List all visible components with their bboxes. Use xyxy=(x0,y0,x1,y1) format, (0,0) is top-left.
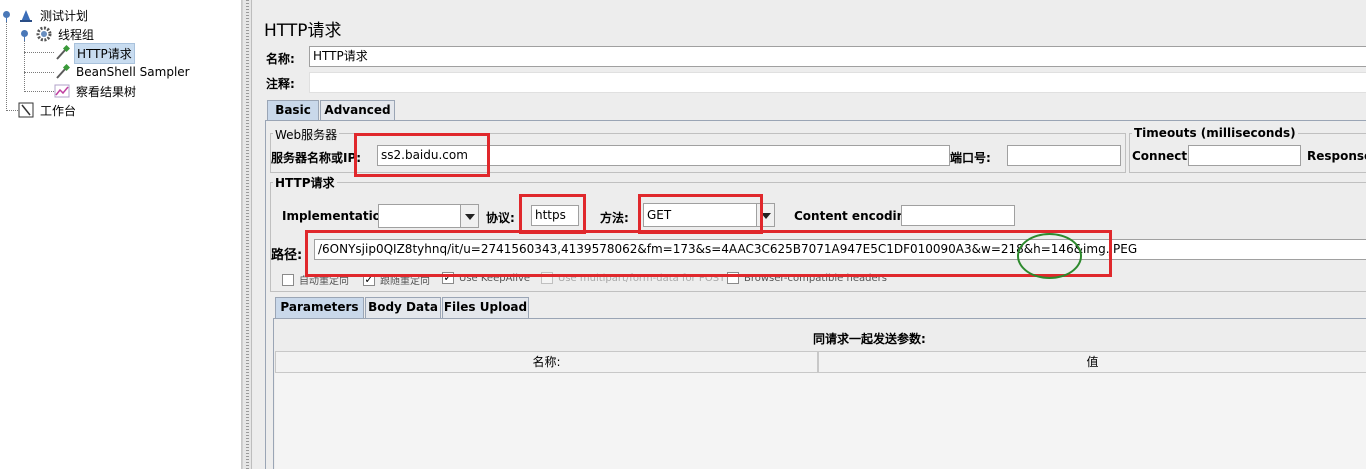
tree-connector xyxy=(6,110,18,111)
protocol-label: 协议: xyxy=(486,211,515,225)
tree-item-test-plan[interactable]: 测试计划 xyxy=(18,6,90,24)
connect-label: Connect: xyxy=(1132,149,1192,163)
path-label: 路径: xyxy=(271,248,303,263)
content-encoding-label: Content encoding: xyxy=(794,209,919,223)
chevron-down-icon[interactable] xyxy=(460,205,478,227)
page-title: HTTP请求 xyxy=(264,21,342,41)
gear-icon xyxy=(36,26,52,42)
http-request-panel: HTTP请求 名称: HTTP请求 注释: Basic Advanced Web… xyxy=(253,0,1366,469)
pipette-sampler-icon xyxy=(54,44,71,61)
tree-item-workbench[interactable]: 工作台 xyxy=(18,101,78,119)
server-label: 服务器名称或IP: xyxy=(271,151,362,165)
tree-item-label: 工作台 xyxy=(40,103,77,118)
tree-item-view-results-tree[interactable]: 察看结果树 xyxy=(54,82,138,100)
timeouts-legend: Timeouts (milliseconds) xyxy=(1132,126,1298,140)
workbench-icon xyxy=(18,102,34,118)
red-highlight-protocol xyxy=(519,194,586,234)
tree-item-thread-group[interactable]: 线程组 xyxy=(36,25,96,43)
test-plan-tree[interactable]: 测试计划 线程组 HTTP请求 BeanShell Sampler 察看结果树 … xyxy=(0,0,242,469)
parameters-caption: 同请求一起发送参数: xyxy=(813,332,926,346)
port-field[interactable] xyxy=(1007,145,1121,166)
tree-item-label: 察看结果树 xyxy=(76,84,137,99)
expand-key-icon[interactable] xyxy=(3,11,10,22)
connect-timeout-field[interactable] xyxy=(1188,145,1301,166)
checkbox-box[interactable] xyxy=(282,273,294,286)
port-label: 端口号: xyxy=(950,151,991,165)
tree-connector xyxy=(24,91,54,92)
tree-connector xyxy=(24,40,25,92)
tab-advanced[interactable]: Advanced xyxy=(320,100,395,121)
comment-field[interactable] xyxy=(309,72,1366,93)
tree-item-http-request[interactable]: HTTP请求 xyxy=(54,42,135,64)
tab-parameters[interactable]: Parameters xyxy=(275,297,364,318)
green-circle-highlight xyxy=(1017,233,1082,279)
method-label: 方法: xyxy=(600,211,629,225)
name-field[interactable]: HTTP请求 xyxy=(309,46,1366,67)
tab-files-upload[interactable]: Files Upload xyxy=(442,297,529,318)
tree-item-beanshell-sampler[interactable]: BeanShell Sampler xyxy=(54,63,192,81)
listener-chart-icon xyxy=(54,83,70,99)
red-highlight-server xyxy=(354,133,490,177)
red-highlight-path xyxy=(305,230,1112,277)
content-encoding-field[interactable] xyxy=(901,205,1015,226)
splitter-grip-icon xyxy=(246,0,249,469)
tree-item-label: HTTP请求 xyxy=(74,42,135,64)
column-header-name[interactable]: 名称: xyxy=(275,351,818,373)
tab-basic[interactable]: Basic xyxy=(267,100,319,121)
red-highlight-method xyxy=(638,194,763,234)
name-label: 名称: xyxy=(266,52,295,66)
splitter-handle[interactable] xyxy=(242,0,252,469)
tree-connector xyxy=(6,19,7,111)
tree-connector xyxy=(24,52,54,53)
tab-body-data[interactable]: Body Data xyxy=(365,297,441,318)
pipette-sampler-icon xyxy=(54,63,71,80)
column-header-value[interactable]: 值 xyxy=(818,351,1366,373)
web-server-legend: Web服务器 xyxy=(273,126,340,143)
tree-item-label: BeanShell Sampler xyxy=(76,65,190,79)
tree-item-label: 线程组 xyxy=(58,27,95,42)
parameters-table-body[interactable] xyxy=(275,373,1366,469)
implementation-select[interactable] xyxy=(378,204,479,228)
comment-label: 注释: xyxy=(266,77,295,91)
tree-connector xyxy=(24,72,54,73)
response-label: Response: xyxy=(1307,149,1366,163)
tree-item-label: 测试计划 xyxy=(40,8,89,23)
test-plan-icon xyxy=(18,7,34,23)
http-request-legend: HTTP请求 xyxy=(273,174,337,191)
expand-key-icon[interactable] xyxy=(21,30,28,41)
